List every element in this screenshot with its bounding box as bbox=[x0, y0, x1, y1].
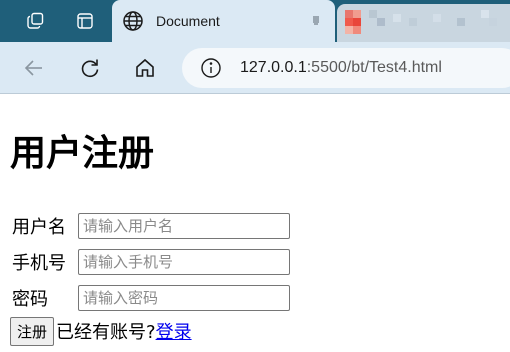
page-content: 用户注册 用户名 手机号 密码 注册 已经有账号? 登录 bbox=[0, 94, 510, 352]
tab-strip: Document bbox=[0, 0, 510, 42]
close-icon[interactable] bbox=[310, 14, 322, 26]
username-label: 用户名 bbox=[12, 217, 66, 238]
phone-row: 手机号 bbox=[12, 249, 290, 275]
browser-toolbar: 127.0.0.1:5500/bt/Test4.html bbox=[0, 42, 510, 94]
password-label: 密码 bbox=[12, 289, 48, 310]
register-button[interactable]: 注册 bbox=[10, 316, 55, 346]
username-input[interactable] bbox=[78, 213, 290, 239]
page-title: 用户注册 bbox=[10, 133, 155, 174]
refresh-icon[interactable] bbox=[76, 54, 104, 82]
password-row: 密码 bbox=[12, 285, 290, 311]
phone-label: 手机号 bbox=[12, 253, 66, 274]
tab-title: Document bbox=[156, 13, 220, 29]
address-bar[interactable]: 127.0.0.1:5500/bt/Test4.html bbox=[182, 48, 510, 88]
url-host: 127.0.0.1 bbox=[240, 59, 307, 76]
submit-row: 注册 已经有账号? 登录 bbox=[10, 316, 192, 346]
username-row: 用户名 bbox=[12, 213, 290, 239]
back-arrow-icon[interactable] bbox=[20, 54, 48, 82]
workspaces-icon[interactable] bbox=[20, 6, 50, 36]
browser-window: Document 127.0.0.1:5500/bt/Test4.html 用户… bbox=[0, 0, 510, 352]
tab-actions-icon[interactable] bbox=[70, 6, 100, 36]
phone-input[interactable] bbox=[78, 249, 290, 275]
have-account-text: 已经有账号? bbox=[56, 322, 156, 343]
login-link[interactable]: 登录 bbox=[156, 318, 192, 344]
url-path: :5500/bt/Test4.html bbox=[306, 59, 442, 76]
url-text[interactable]: 127.0.0.1:5500/bt/Test4.html bbox=[240, 59, 442, 77]
globe-icon bbox=[123, 11, 143, 31]
info-icon[interactable] bbox=[200, 57, 222, 79]
password-input[interactable] bbox=[78, 285, 290, 311]
active-tab[interactable]: Document bbox=[112, 0, 335, 42]
background-tab[interactable] bbox=[337, 4, 510, 42]
home-icon[interactable] bbox=[131, 54, 159, 82]
